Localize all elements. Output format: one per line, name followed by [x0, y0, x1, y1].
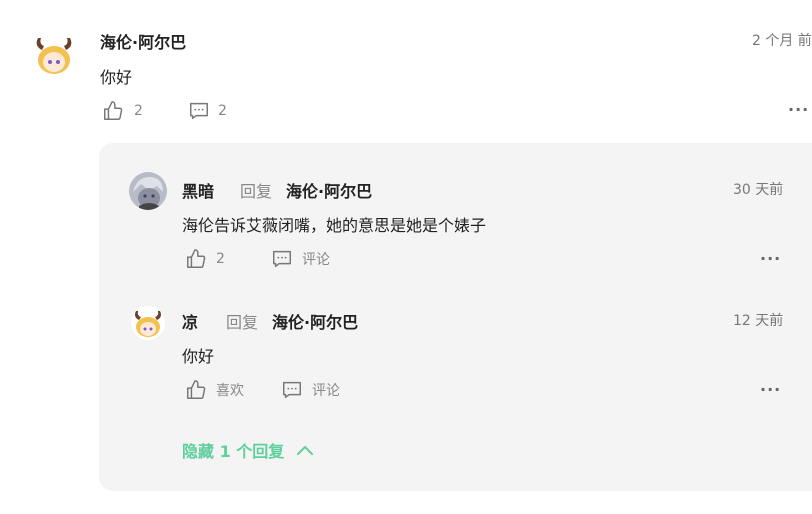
- reply-target[interactable]: 海伦·阿尔巴: [272, 309, 358, 333]
- more-icon[interactable]: ···: [760, 249, 781, 268]
- comment-icon: [283, 381, 301, 399]
- comment-avatar[interactable]: [30, 30, 78, 78]
- reply-time: 12 天前: [733, 313, 784, 329]
- chevron-up-icon: [297, 446, 314, 455]
- comment-time: 2 个月 前: [752, 33, 812, 49]
- reply-avatar[interactable]: [129, 172, 167, 210]
- reply-comment-label: 评论: [302, 252, 330, 268]
- reply-text: 你好: [182, 347, 215, 366]
- reply-like-count: 2: [216, 251, 225, 267]
- comment-icon: [273, 250, 291, 268]
- reply-text: 海伦告诉艾薇闭嘴，她的意思是她是个婊子: [182, 216, 487, 235]
- reply-author[interactable]: 凉: [182, 309, 198, 333]
- reply-word: 回复: [226, 313, 259, 332]
- hide-replies-toggle[interactable]: 隐藏 1 个回复: [182, 438, 314, 462]
- reply-target[interactable]: 海伦·阿尔巴: [286, 178, 372, 202]
- reply-header: 凉 回复 海伦·阿尔巴: [182, 309, 358, 333]
- reply-avatar[interactable]: [131, 306, 165, 340]
- reply-comment-label: 评论: [312, 383, 340, 399]
- reply-like-button[interactable]: 喜欢: [185, 379, 244, 401]
- reply-comment-button[interactable]: 评论: [271, 248, 330, 270]
- reply-like-label: 喜欢: [216, 383, 244, 399]
- comment-icon: [190, 102, 208, 120]
- more-icon[interactable]: ···: [788, 100, 809, 119]
- reply-count: 2: [218, 103, 227, 119]
- avatar-image-dark-hair: [129, 172, 167, 210]
- like-button[interactable]: 2: [102, 100, 143, 122]
- more-icon[interactable]: ···: [760, 380, 781, 399]
- reply-button[interactable]: 2: [188, 100, 227, 122]
- avatar-image-horned-girl: [30, 30, 78, 78]
- thumbs-up-icon: [187, 249, 206, 268]
- comment-author[interactable]: 海伦·阿尔巴: [100, 29, 186, 53]
- like-count: 2: [134, 103, 143, 119]
- reply-time: 30 天前: [733, 182, 784, 198]
- thumbs-up-icon: [104, 101, 123, 120]
- reply-author[interactable]: 黑暗: [182, 178, 214, 202]
- reply-like-button[interactable]: 2: [185, 248, 225, 270]
- comment-text: 你好: [100, 68, 133, 87]
- reply-word: 回复: [240, 182, 273, 201]
- thumbs-up-icon: [187, 380, 206, 399]
- hide-replies-label: 隐藏 1 个回复: [182, 442, 285, 461]
- reply-header: 黑暗 回复 海伦·阿尔巴: [182, 178, 372, 202]
- reply-comment-button[interactable]: 评论: [281, 379, 340, 401]
- avatar-image-horned-girl: [131, 306, 165, 340]
